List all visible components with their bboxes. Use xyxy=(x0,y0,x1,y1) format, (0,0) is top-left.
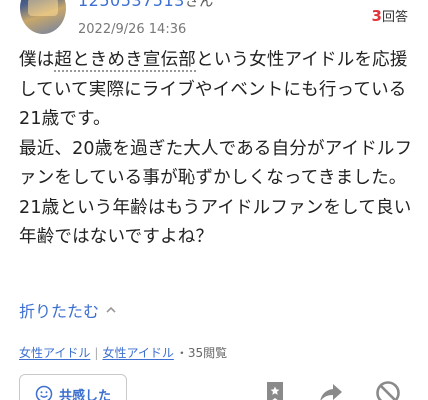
chevron-up-icon xyxy=(106,306,116,313)
category-tag[interactable]: 女性アイドル xyxy=(19,344,90,361)
share-icon[interactable] xyxy=(318,380,344,400)
category-tags: 女性アイドル | 女性アイドル ・35閲覧 xyxy=(19,344,227,361)
question-body: 僕は超ときめき宣伝部という女性アイドルを応援していて実際にライブやイベントにも行… xyxy=(19,46,414,253)
keyword-link[interactable]: 超ときめき宣伝部 xyxy=(54,50,197,72)
answer-count-label: 回答 xyxy=(381,10,408,25)
question-paragraph-1: 僕は超ときめき宣伝部という女性アイドルを応援していて実際にライブやイベントにも行… xyxy=(19,50,408,129)
username-link[interactable]: 1250537513さん xyxy=(78,0,214,11)
answer-count[interactable]: 3回答 xyxy=(372,6,408,25)
tag-separator: | xyxy=(94,345,99,360)
bookmark-star-icon[interactable] xyxy=(262,380,288,400)
smile-plus-icon xyxy=(35,385,53,400)
username[interactable]: 1250537513 xyxy=(78,0,185,10)
empathy-label: 共感した xyxy=(58,388,111,400)
view-count: ・35閲覧 xyxy=(175,346,228,360)
post-datetime: 2022/9/26 14:36 xyxy=(78,22,187,37)
empathy-button[interactable]: 共感した xyxy=(19,374,127,400)
question-paragraph-3: 21歳という年齢はもうアイドルファンをして良い年齢ではないですよね？ xyxy=(19,197,412,248)
collapse-label: 折りたたむ xyxy=(19,302,100,321)
block-icon[interactable] xyxy=(375,380,401,400)
collapse-toggle[interactable]: 折りたたむ xyxy=(19,298,117,322)
question-header: 1250537513さん 2022/9/26 14:36 3回答 xyxy=(0,0,428,46)
answer-count-number: 3 xyxy=(371,7,382,25)
avatar[interactable] xyxy=(20,0,66,34)
question-paragraph-2: 最近、20歳を過ぎた大人である自分がアイドルファンをしている事が恥ずかしくなって… xyxy=(19,138,413,189)
category-tag[interactable]: 女性アイドル xyxy=(102,344,173,361)
username-suffix: さん xyxy=(184,0,214,10)
